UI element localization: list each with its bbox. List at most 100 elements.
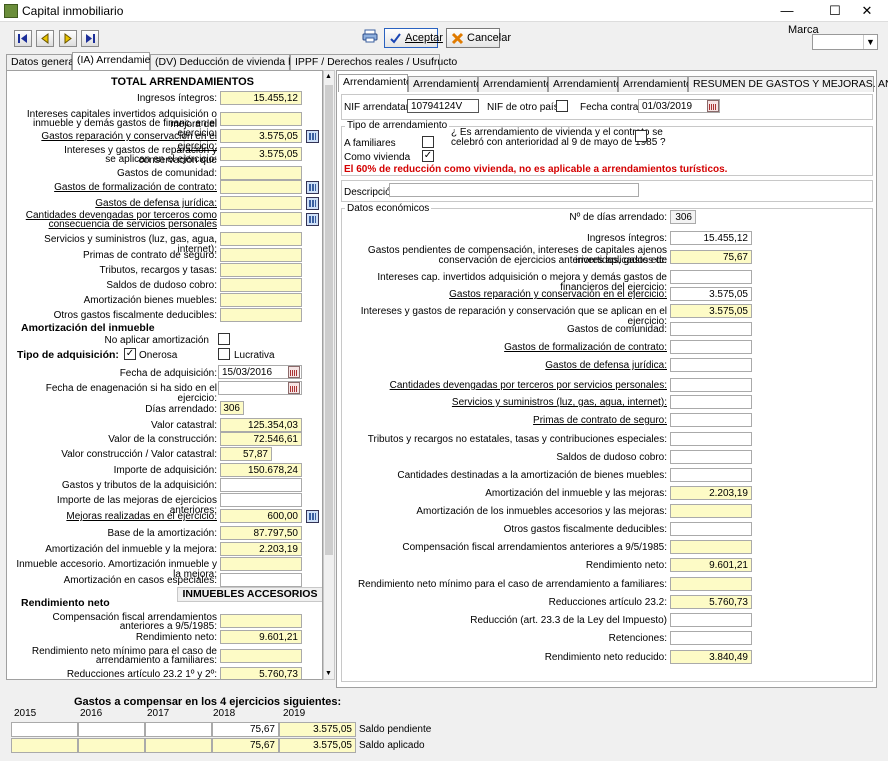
calendar-icon[interactable]: [707, 100, 719, 112]
tab-arrendamiento-2[interactable]: Arrendamiento 2º: [408, 76, 494, 92]
gastos-formalizacion-field[interactable]: [670, 340, 752, 354]
descripcion-field[interactable]: [389, 183, 639, 197]
tab-resumen-gastos[interactable]: RESUMEN DE GASTOS Y MEJORAS. ANEXO D: [688, 76, 888, 92]
minimize-button[interactable]: —: [772, 2, 802, 20]
tributos-recargos-field[interactable]: [670, 432, 752, 446]
ratio-construccion-field[interactable]: 57,87: [220, 447, 272, 461]
primas-field[interactable]: [220, 248, 302, 262]
gastos-defensa-field[interactable]: [220, 196, 302, 210]
tab-arrendamiento-1[interactable]: Arrendamiento 1º: [338, 74, 424, 92]
tab-arrendamiento[interactable]: (IA) Arrendamiento: [72, 52, 165, 70]
inmueble-accesorio-field[interactable]: [220, 557, 302, 571]
intereses-field[interactable]: [220, 112, 302, 126]
pendiente-2017[interactable]: [145, 722, 212, 737]
amort-muebles-field[interactable]: [220, 293, 302, 307]
next-record-button[interactable]: [59, 30, 77, 47]
marca-select[interactable]: ▼: [812, 34, 878, 50]
reducciones-23-2-field[interactable]: 5.760,73: [670, 595, 752, 609]
gastos-reparacion-field[interactable]: 3.575,05: [220, 129, 302, 143]
gastos-comunidad-field[interactable]: [670, 322, 752, 336]
gastos-tributos-adq-field[interactable]: [220, 478, 302, 492]
pendiente-2016[interactable]: [78, 722, 145, 737]
tab-ippf[interactable]: IPPF / Derechos reales / Usufructo: [290, 54, 457, 70]
saldos-dudoso-field[interactable]: [220, 278, 302, 292]
tab-deduccion-vivienda[interactable]: (DV) Deducción de vivienda habitual: [150, 54, 325, 70]
gastos-formalizacion-label[interactable]: Gastos de formalización de contrato:: [345, 343, 667, 353]
lucrativa-checkbox[interactable]: [218, 348, 230, 360]
close-button[interactable]: ✕: [852, 2, 882, 20]
compensacion-field[interactable]: [220, 614, 302, 628]
gastos-formalizacion-label[interactable]: Gastos de formalización de contrato:: [9, 183, 217, 193]
como-vivienda-checkbox[interactable]: ✓: [422, 150, 434, 162]
servicios-suministros-label[interactable]: Servicios y suministros (luz, gas, agua,…: [345, 398, 667, 408]
print-icon[interactable]: [362, 29, 378, 43]
scroll-thumb[interactable]: [325, 85, 333, 555]
amort-muebles-field[interactable]: [670, 468, 752, 482]
scroll-up-icon[interactable]: ▲: [325, 73, 332, 80]
aplicado-2017[interactable]: [145, 738, 212, 753]
a-familiares-checkbox[interactable]: [422, 136, 434, 148]
cantidades-terceros-field[interactable]: [670, 378, 752, 392]
servicios-field[interactable]: [220, 232, 302, 246]
accept-button[interactable]: Aceptar: [384, 28, 443, 48]
rendimiento-reducido-field[interactable]: 3.840,49: [670, 650, 752, 664]
importe-adquisicion-field[interactable]: 150.678,24: [220, 463, 302, 477]
gastos-reparacion-field[interactable]: 3.575,05: [670, 287, 752, 301]
tab-datos-generales[interactable]: Datos generales: [6, 54, 87, 70]
ingresos-field[interactable]: 15.455,12: [670, 231, 752, 245]
saldos-dudoso-field[interactable]: [670, 450, 752, 464]
pendiente-2018[interactable]: 75,67: [212, 722, 279, 737]
aplicado-2018[interactable]: 75,67: [212, 738, 279, 753]
pendiente-2015[interactable]: [11, 722, 78, 737]
calculator-icon[interactable]: [306, 197, 319, 210]
gastos-comunidad-field[interactable]: [220, 166, 302, 180]
gastos-formalizacion-field[interactable]: [220, 180, 302, 194]
rend-neto-field[interactable]: 9.601,21: [220, 630, 302, 644]
pregunta-1985-checkbox[interactable]: [635, 130, 647, 142]
calendar-icon[interactable]: [288, 382, 300, 394]
otros-gastos-field[interactable]: [670, 522, 752, 536]
calculator-icon[interactable]: [306, 510, 319, 523]
rendimiento-neto-field[interactable]: 9.601,21: [670, 558, 752, 572]
cantidades-terceros-label-2[interactable]: consecuencia de servicios personales: [9, 220, 217, 230]
servicios-suministros-field[interactable]: [670, 395, 752, 409]
tributos-field[interactable]: [220, 263, 302, 277]
intereses-reparacion-field[interactable]: 3.575,05: [220, 147, 302, 161]
tab-arrendamiento-5[interactable]: Arrendamiento 5º: [618, 76, 704, 92]
pendiente-2019[interactable]: 3.575,05: [279, 722, 356, 737]
base-amortizacion-field[interactable]: 87.797,50: [220, 526, 302, 540]
primas-seguro-label[interactable]: Primas de contrato de seguro:: [345, 416, 667, 426]
mejoras-ejercicio-field[interactable]: 600,00: [220, 509, 302, 523]
ingresos-field[interactable]: 15.455,12: [220, 91, 302, 105]
tab-arrendamiento-3[interactable]: Arrendamiento 3º: [478, 76, 564, 92]
intereses-reparacion-field[interactable]: 3.575,05: [670, 304, 752, 318]
tab-arrendamiento-4[interactable]: Arrendamiento 4º: [548, 76, 634, 92]
aplicado-2016[interactable]: [78, 738, 145, 753]
reduccion-23-3-field[interactable]: [670, 613, 752, 627]
inmuebles-accesorios-button[interactable]: INMUEBLES ACCESORIOS: [177, 587, 322, 602]
gastos-defensa-label[interactable]: Gastos de defensa jurídica:: [9, 199, 217, 209]
first-record-button[interactable]: [14, 30, 32, 47]
cantidades-terceros-field[interactable]: [220, 212, 302, 226]
intereses-cap-field[interactable]: [670, 270, 752, 284]
onerosa-checkbox[interactable]: ✓: [124, 348, 136, 360]
gastos-pendientes-field[interactable]: 75,67: [670, 250, 752, 264]
previous-record-button[interactable]: [36, 30, 54, 47]
calendar-icon[interactable]: [288, 366, 300, 378]
no-aplicar-checkbox[interactable]: [218, 333, 230, 345]
rend-minimo-field[interactable]: [220, 649, 302, 663]
rendimiento-minimo-field[interactable]: [670, 577, 752, 591]
gastos-defensa-field[interactable]: [670, 358, 752, 372]
scroll-down-icon[interactable]: ▼: [325, 670, 332, 677]
calculator-icon[interactable]: [306, 213, 319, 226]
mejoras-anteriores-field[interactable]: [220, 493, 302, 507]
cantidades-terceros-label[interactable]: Cantidades devengadas por terceros por s…: [345, 381, 667, 391]
gastos-reparacion-label[interactable]: Gastos reparación y conservación en el e…: [345, 290, 667, 300]
primas-seguro-field[interactable]: [670, 413, 752, 427]
valor-catastral-field[interactable]: 125.354,03: [220, 418, 302, 432]
nif-arrendatario-field[interactable]: 10794124V: [407, 99, 479, 113]
reducciones-field[interactable]: 5.760,73: [220, 667, 302, 679]
calculator-icon[interactable]: [306, 130, 319, 143]
retenciones-field[interactable]: [670, 631, 752, 645]
aplicado-2019[interactable]: 3.575,05: [279, 738, 356, 753]
